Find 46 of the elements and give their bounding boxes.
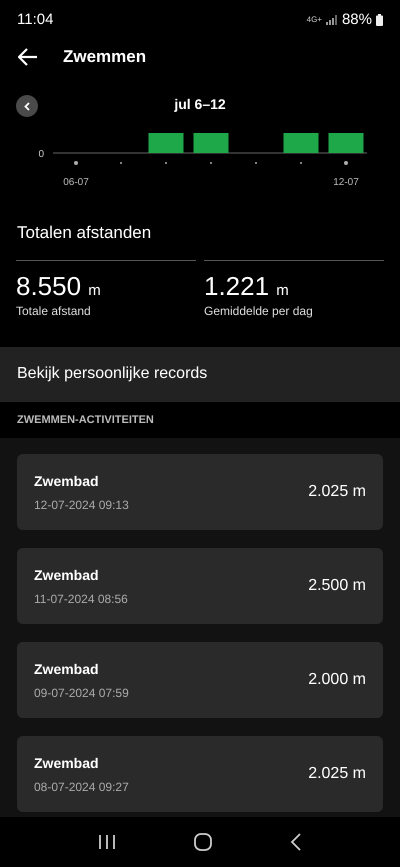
day-marker xyxy=(165,162,167,164)
activity-card[interactable]: Zwembad 12-07-2024 09:13 2.025 m xyxy=(17,454,383,530)
section-heading: ZWEMMEN-ACTIVITEITEN xyxy=(0,402,400,438)
chevron-left-icon xyxy=(24,102,30,110)
day-marker xyxy=(74,161,78,165)
stat-value: 8.550 m xyxy=(16,270,102,302)
activity-distance: 2.025 m xyxy=(308,764,366,784)
day-marker xyxy=(300,162,302,164)
activity-date: 09-07-2024 07:59 xyxy=(34,684,129,702)
page-title: Zwemmen xyxy=(63,46,146,68)
recent-apps-icon[interactable] xyxy=(98,834,116,850)
activity-date: 12-07-2024 09:13 xyxy=(34,496,129,514)
activity-title: Zwembad xyxy=(34,660,100,679)
battery-level: 88% xyxy=(342,10,372,30)
activity-distance: 2.000 m xyxy=(308,670,366,690)
back-nav-icon[interactable] xyxy=(290,833,302,851)
signal-icon xyxy=(326,15,338,25)
chart-title: jul 6–12 xyxy=(174,95,226,114)
day-marker xyxy=(255,162,257,164)
status-time: 11:04 xyxy=(17,10,54,30)
activity-distance: 2.025 m xyxy=(308,482,366,502)
activity-title: Zwembad xyxy=(34,566,100,585)
stat-label: Totale afstand xyxy=(16,302,92,320)
date-label: 06-07 xyxy=(63,177,89,188)
battery-icon xyxy=(376,14,383,26)
back-icon[interactable] xyxy=(18,48,38,66)
activity-distance: 2.500 m xyxy=(308,576,366,596)
activity-date: 08-07-2024 09:27 xyxy=(34,778,129,796)
activity-card[interactable]: Zwembad 09-07-2024 07:59 2.000 m xyxy=(17,642,383,718)
network-type: 4G+ xyxy=(306,16,322,24)
activity-title: Zwembad xyxy=(34,472,100,491)
activity-date: 11-07-2024 08:56 xyxy=(34,590,128,608)
section-title: Totalen afstanden xyxy=(16,222,152,244)
date-label: 12-07 xyxy=(333,177,359,188)
home-icon[interactable] xyxy=(192,832,213,852)
activity-card[interactable]: Zwembad 08-07-2024 09:27 2.025 m xyxy=(17,736,383,812)
activity-title: Zwembad xyxy=(34,754,100,773)
stat-value: 1.221 m xyxy=(204,270,290,302)
activity-card[interactable]: Zwembad 11-07-2024 08:56 2.500 m xyxy=(17,548,383,624)
stat-label: Gemiddelde per dag xyxy=(204,302,314,320)
previous-week-button[interactable] xyxy=(16,95,38,117)
axis-label: 0 xyxy=(38,149,44,160)
records-link[interactable]: Bekijk persoonlijke records xyxy=(0,346,400,402)
day-marker xyxy=(120,162,122,164)
day-marker xyxy=(344,161,348,165)
day-marker xyxy=(210,162,212,164)
